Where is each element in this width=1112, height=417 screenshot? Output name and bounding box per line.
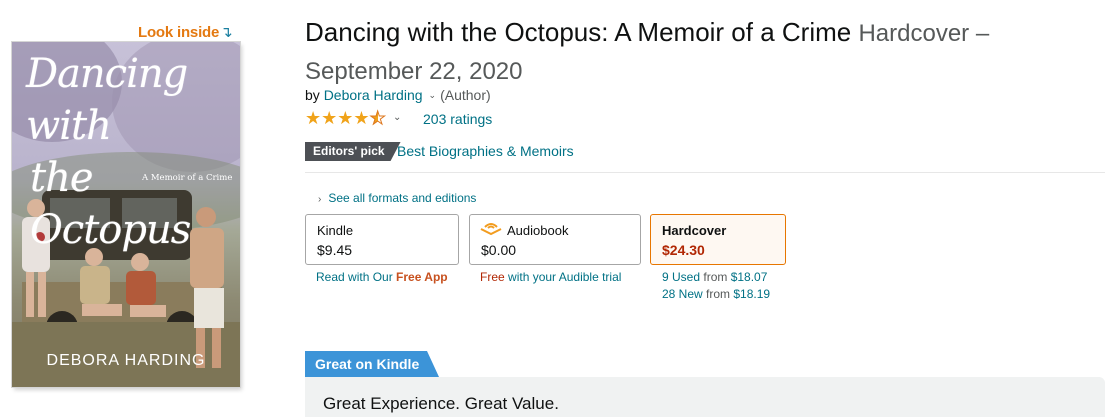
- cover-title-line1: Dancing with: [26, 51, 188, 149]
- used-offers-link[interactable]: 9 Used: [662, 270, 700, 284]
- format-option-hardcover[interactable]: Hardcover $24.30: [650, 214, 786, 265]
- cover-subtitle: A Memoir of a Crime: [142, 173, 233, 183]
- chevron-down-icon[interactable]: ⌄: [429, 90, 437, 100]
- author-role: (Author): [440, 87, 491, 103]
- ratings-count-link[interactable]: 203 ratings: [423, 111, 492, 127]
- used-offer: 9 Used from $18.07: [662, 269, 770, 286]
- kindle-sub-bold: Free App: [396, 270, 448, 284]
- used-from-label: from: [700, 270, 731, 284]
- arrow-down-icon: ↴: [220, 24, 233, 41]
- great-on-kindle-panel: Great Experience. Great Value.: [305, 377, 1105, 417]
- new-offer: 28 New from $18.19: [662, 286, 770, 303]
- star-rating[interactable]: ★★★★★: [305, 108, 386, 129]
- chevron-down-icon[interactable]: ⌄: [393, 112, 401, 123]
- format-option-kindle[interactable]: Kindle $9.45: [305, 214, 459, 265]
- look-inside-label: Look inside: [138, 24, 220, 41]
- star-icon: ★: [337, 108, 354, 128]
- new-price: $18.19: [733, 287, 771, 301]
- audible-trial-link[interactable]: Free with your Audible trial: [480, 270, 621, 284]
- audible-icon: [480, 223, 502, 236]
- star-icon: ★: [321, 108, 338, 128]
- kindle-sub-prefix: Read with Our: [316, 270, 397, 284]
- used-price: $18.07: [730, 270, 768, 284]
- format-name: Kindle: [317, 223, 354, 238]
- format-option-audiobook[interactable]: Audiobook $0.00: [469, 214, 641, 265]
- audible-trial-text: with your Audible trial: [504, 270, 622, 284]
- star-icon: ★: [353, 108, 370, 128]
- new-offers-link[interactable]: 28 New: [662, 287, 703, 301]
- editors-pick-badge: Editors' pick: [305, 142, 401, 161]
- great-on-kindle-text: Great Experience. Great Value.: [323, 394, 559, 413]
- half-star-icon: ★: [369, 108, 386, 129]
- format-price: $0.00: [481, 242, 517, 258]
- cover-title: Dancing with the Octopus: [26, 48, 236, 256]
- by-label: by: [305, 87, 320, 103]
- star-icon: ★: [305, 108, 322, 128]
- kindle-free-app-link[interactable]: Read with Our Free App: [316, 270, 448, 284]
- format-price: $9.45: [317, 242, 353, 258]
- editors-pick-category-link[interactable]: Best Biographies & Memoirs: [397, 143, 574, 159]
- look-inside-link[interactable]: Look inside↴: [138, 23, 233, 41]
- hardcover-offers: 9 Used from $18.07 28 New from $18.19: [662, 269, 770, 303]
- see-all-formats-link[interactable]: › See all formats and editions: [318, 191, 476, 205]
- byline: by Debora Harding ⌄ (Author): [305, 87, 491, 103]
- format-name: Hardcover: [662, 223, 727, 238]
- format-price: $24.30: [662, 242, 705, 258]
- see-all-formats-label: See all formats and editions: [328, 191, 477, 205]
- chevron-right-icon: ›: [318, 194, 322, 205]
- author-link[interactable]: Debora Harding: [324, 87, 423, 103]
- product-title: Dancing with the Octopus: A Memoir of a …: [305, 14, 1095, 90]
- divider: [305, 172, 1105, 173]
- cover-title-line2: the Octopus: [30, 155, 191, 253]
- cover-author: DEBORA HARDING: [46, 352, 206, 369]
- book-cover-image[interactable]: Dancing with the Octopus A Memoir of a C…: [12, 42, 240, 387]
- product-title-text: Dancing with the Octopus: A Memoir of a …: [305, 17, 852, 47]
- great-on-kindle-tab: Great on Kindle: [305, 351, 439, 377]
- new-from-label: from: [702, 287, 734, 301]
- audible-free-label: Free: [480, 270, 505, 284]
- format-name: Audiobook: [507, 223, 569, 238]
